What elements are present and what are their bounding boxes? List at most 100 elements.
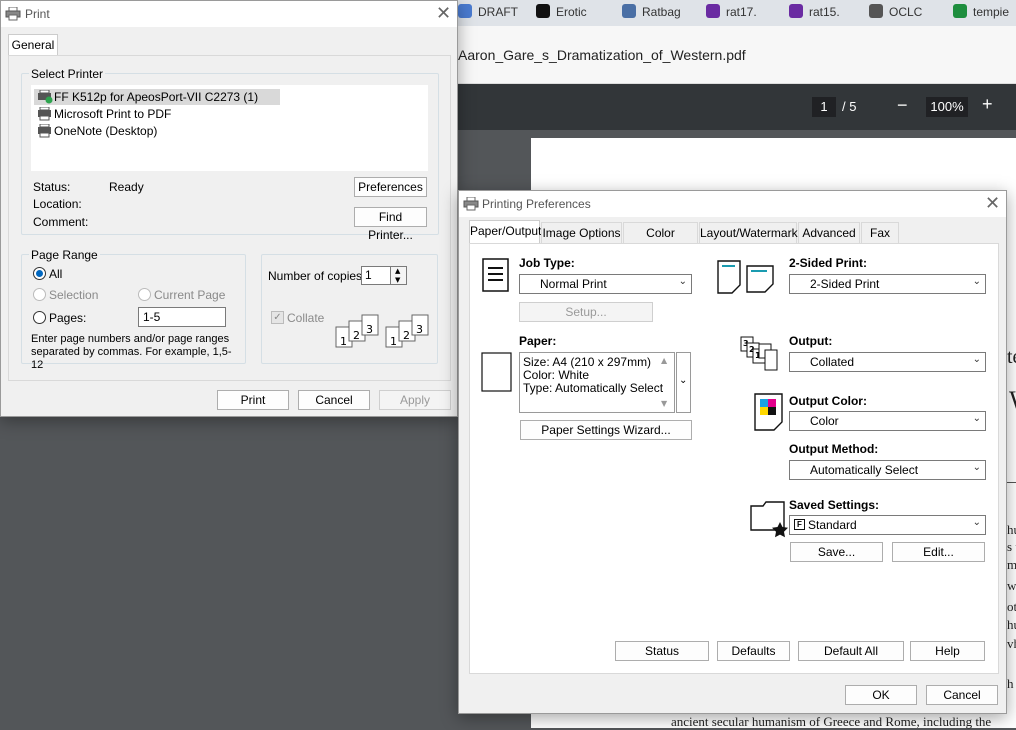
paper-settings-wizard-button[interactable]: Paper Settings Wizard... — [520, 420, 692, 440]
job-type-value: Normal Print — [540, 277, 607, 291]
defaults-button[interactable]: Defaults — [717, 641, 790, 661]
select-printer-label: Select Printer — [29, 67, 106, 81]
tab-favicon-icon — [953, 4, 967, 18]
selection-radio[interactable] — [33, 288, 46, 301]
default-printer-icon — [37, 89, 53, 107]
print-titlebar: Print ✕ — [1, 1, 457, 27]
saved-settings-label: Saved Settings: — [789, 498, 880, 512]
browser-tab[interactable]: OCLC — [869, 4, 947, 22]
page-total: / 5 — [842, 99, 857, 114]
browser-tab[interactable]: DRAFT — [458, 4, 530, 22]
pdf-text-fragment: hu — [1007, 522, 1016, 537]
pdf-text-fragment: h i — [1007, 676, 1016, 691]
tab-color-options[interactable]: Color Options — [623, 222, 698, 260]
zoom-in-button[interactable]: + — [982, 94, 993, 115]
setup-button[interactable]: Setup... — [519, 302, 653, 322]
browser-tab[interactable]: rat17. — [706, 4, 783, 22]
save-button[interactable]: Save... — [790, 542, 883, 562]
status-label: Status: — [33, 180, 71, 194]
find-printer-button[interactable]: Find Printer... — [354, 207, 427, 242]
current-page-radio[interactable] — [138, 288, 151, 301]
all-radio[interactable] — [33, 267, 46, 280]
saved-settings-select[interactable]: F Standard ⌄ — [789, 515, 986, 535]
print-button[interactable]: Print — [217, 390, 289, 410]
tab-favicon-icon — [458, 4, 472, 18]
output-method-select[interactable]: Automatically Select ⌄ — [789, 460, 986, 480]
browser-tab[interactable]: Erotic — [536, 4, 616, 22]
saved-settings-folder-icon — [750, 500, 790, 541]
ok-button[interactable]: OK — [845, 685, 917, 705]
chevron-down-icon: ⌄ — [679, 375, 688, 386]
tab-advanced[interactable]: Advanced — [798, 222, 860, 244]
copies-input[interactable]: 1 — [361, 266, 391, 285]
browser-tab[interactable]: tempie — [953, 4, 1013, 22]
pdf-text-fragment: s t — [1007, 539, 1016, 554]
help-button[interactable]: Help — [910, 641, 985, 661]
tab-paper-output[interactable]: Paper/Output — [469, 220, 541, 244]
output-label: Output: — [789, 334, 833, 348]
cancel-button[interactable]: Cancel — [298, 390, 370, 410]
saved-settings-value: Standard — [808, 518, 857, 532]
tab-layout-watermark[interactable]: Layout/Watermark — [699, 222, 798, 244]
tab-fax[interactable]: Fax — [861, 222, 899, 244]
close-icon[interactable]: ✕ — [436, 3, 451, 24]
svg-text:1: 1 — [390, 335, 397, 348]
svg-text:3: 3 — [366, 323, 373, 336]
output-color-select[interactable]: Color ⌄ — [789, 411, 986, 431]
browser-tab-label: rat17. — [726, 5, 757, 19]
print-dialog-title: Print — [25, 7, 50, 21]
cancel-button[interactable]: Cancel — [926, 685, 998, 705]
zoom-out-button[interactable]: − — [897, 95, 908, 116]
browser-tab[interactable]: Ratbag — [622, 4, 700, 22]
pdf-text-fragment: ot — [1007, 599, 1016, 614]
printer-item-selected[interactable]: FF K512p for ApeosPort-VII C2273 (1) — [34, 89, 280, 105]
status-button[interactable]: Status — [615, 641, 709, 661]
prefs-titlebar: Printing Preferences ✕ — [459, 191, 1006, 217]
collate-checkbox[interactable]: ✓ — [271, 311, 284, 324]
default-all-button[interactable]: Default All — [798, 641, 904, 661]
two-sided-value: 2-Sided Print — [810, 277, 880, 291]
tab-favicon-icon — [789, 4, 803, 18]
pages-radio[interactable] — [33, 311, 46, 324]
preferences-button[interactable]: Preferences — [354, 177, 427, 197]
output-select[interactable]: Collated ⌄ — [789, 352, 986, 372]
two-sided-select[interactable]: 2-Sided Print ⌄ — [789, 274, 986, 294]
chevron-down-icon: ⌄ — [678, 276, 687, 287]
output-method-label: Output Method: — [789, 442, 879, 456]
edit-button[interactable]: Edit... — [892, 542, 985, 562]
printer-list[interactable]: FF K512p for ApeosPort-VII C2273 (1) Mic… — [31, 85, 428, 171]
spin-down-icon[interactable]: ▼ — [395, 276, 400, 284]
paper-info-box[interactable]: Size: A4 (210 x 297mm) Color: White Type… — [519, 352, 675, 413]
pages-label: Pages: — [49, 311, 87, 325]
paper-label: Paper: — [519, 334, 557, 348]
job-type-icon — [482, 258, 510, 295]
pages-input[interactable]: 1-5 — [138, 307, 226, 327]
current-page-label: Current Page — [154, 288, 226, 302]
output-color-label: Output Color: — [789, 394, 867, 408]
tab-image-options[interactable]: Image Options — [541, 222, 622, 244]
zoom-level[interactable]: 100% — [926, 97, 968, 117]
scroll-up-icon[interactable]: ▲ — [661, 356, 667, 365]
copies-spinner[interactable]: ▲ ▼ — [390, 266, 407, 285]
chevron-down-icon: ⌄ — [972, 354, 981, 365]
apply-button[interactable]: Apply — [379, 390, 451, 410]
scroll-down-icon[interactable]: ▼ — [661, 399, 667, 408]
close-icon[interactable]: ✕ — [985, 193, 1000, 214]
printer-item[interactable]: Microsoft Print to PDF — [34, 106, 280, 122]
printer-icon — [37, 123, 53, 141]
collate-pages-icon: 1 2 3 1 2 3 — [334, 313, 430, 354]
tab-favicon-icon — [869, 4, 883, 18]
location-label: Location: — [33, 197, 82, 211]
tab-general[interactable]: General — [8, 34, 58, 56]
page-number-input[interactable]: 1 — [812, 97, 836, 117]
printer-name: Microsoft Print to PDF — [54, 107, 172, 121]
paper-dropdown-button[interactable]: ⌄ — [676, 352, 691, 413]
settings-file-icon: F — [794, 519, 805, 530]
browser-tab[interactable]: rat15. — [789, 4, 863, 22]
spin-up-icon[interactable]: ▲ — [395, 267, 400, 275]
printer-item[interactable]: OneNote (Desktop) — [34, 123, 280, 139]
job-type-select[interactable]: Normal Print ⌄ — [519, 274, 692, 294]
browser-tab-label: rat15. — [809, 5, 840, 19]
paper-size: Size: A4 (210 x 297mm) — [523, 355, 652, 369]
output-color-value: Color — [810, 414, 839, 428]
